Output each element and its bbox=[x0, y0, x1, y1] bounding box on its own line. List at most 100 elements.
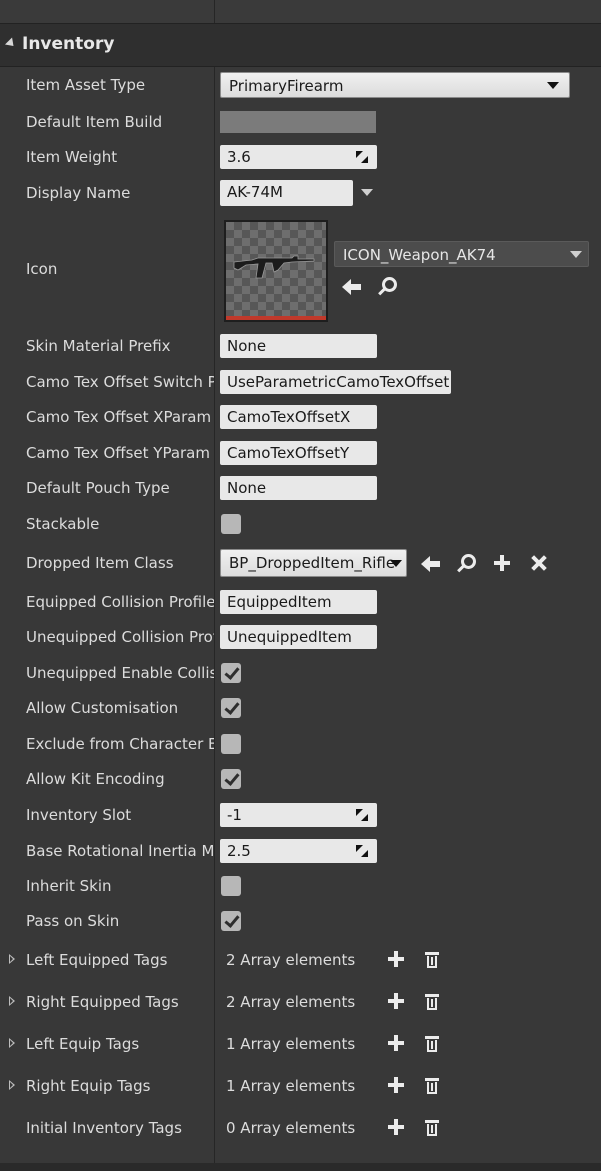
equipped-collision-input[interactable]: EquippedItem bbox=[220, 590, 377, 614]
stackable-checkbox[interactable] bbox=[221, 514, 241, 534]
allow-customisation-checkbox[interactable] bbox=[221, 698, 241, 718]
field-value: EquippedItem bbox=[227, 593, 332, 611]
combo-value: BP_DroppedItem_Rifle bbox=[229, 554, 396, 572]
row-exclude-from-character-editor: Exclude from Character Ed bbox=[0, 733, 601, 757]
trash-icon[interactable] bbox=[422, 950, 444, 972]
unequipped-enable-collision-checkbox[interactable] bbox=[221, 663, 241, 683]
label: Item Weight bbox=[26, 148, 118, 166]
label: Right Equip Tags bbox=[26, 1077, 151, 1095]
expand-arrow-icon[interactable] bbox=[4, 37, 18, 50]
row-allow-customisation: Allow Customisation bbox=[0, 697, 601, 721]
camo-x-input[interactable]: CamoTexOffsetX bbox=[220, 405, 377, 429]
browse-magnifier-icon[interactable] bbox=[377, 276, 399, 298]
use-selected-arrow-icon[interactable] bbox=[421, 553, 443, 575]
row-camo-x: Camo Tex Offset XParam CamoTexOffsetX bbox=[0, 405, 601, 429]
label: Camo Tex Offset XParam bbox=[26, 408, 212, 426]
array-count: 1 Array elements bbox=[226, 1035, 356, 1053]
camo-y-input[interactable]: CamoTexOffsetY bbox=[220, 441, 377, 465]
row-item-weight: Item Weight 3.6 bbox=[0, 145, 601, 169]
expand-triangle-icon[interactable] bbox=[9, 954, 15, 964]
combo-value: ICON_Weapon_AK74 bbox=[343, 246, 496, 264]
label: Equipped Collision Profile N bbox=[26, 593, 214, 611]
add-plus-icon[interactable] bbox=[492, 553, 514, 575]
row-skin-material-prefix: Skin Material Prefix None bbox=[0, 334, 601, 358]
label: Unequipped Enable Collisio bbox=[26, 664, 214, 682]
row-dropped-item-class: Dropped Item Class BP_DroppedItem_Rifle bbox=[0, 549, 601, 577]
default-pouch-type-input[interactable]: None bbox=[220, 476, 377, 500]
label: Initial Inventory Tags bbox=[26, 1119, 182, 1137]
trash-icon[interactable] bbox=[422, 1034, 444, 1056]
add-plus-icon[interactable] bbox=[386, 949, 408, 971]
skin-material-prefix-input[interactable]: None bbox=[220, 334, 377, 358]
exclude-from-character-editor-checkbox[interactable] bbox=[221, 734, 241, 754]
add-plus-icon[interactable] bbox=[386, 991, 408, 1013]
browse-magnifier-icon[interactable] bbox=[456, 553, 478, 575]
label: Camo Tex Offset Switch Pa bbox=[26, 373, 214, 391]
spinner-icon[interactable] bbox=[356, 809, 368, 821]
label: Inventory Slot bbox=[26, 806, 132, 824]
trash-icon[interactable] bbox=[422, 992, 444, 1014]
spinner-icon[interactable] bbox=[356, 845, 368, 857]
label: Stackable bbox=[26, 515, 100, 533]
label: Allow Customisation bbox=[26, 699, 179, 717]
clear-x-icon[interactable] bbox=[529, 553, 551, 575]
dropdown-caret-icon[interactable] bbox=[361, 189, 373, 196]
display-name-input[interactable]: AK-74M bbox=[220, 180, 353, 206]
expand-triangle-icon[interactable] bbox=[9, 1038, 15, 1048]
dropdown-caret-icon bbox=[390, 560, 402, 567]
row-camo-switch: Camo Tex Offset Switch Pa UseParametricC… bbox=[0, 370, 601, 394]
row-base-rotational-inertia: Base Rotational Inertia Mo 2.5 bbox=[0, 839, 601, 863]
item-weight-input[interactable]: 3.6 bbox=[220, 145, 377, 169]
category-header-inventory[interactable]: Inventory bbox=[0, 23, 601, 67]
add-plus-icon[interactable] bbox=[386, 1117, 408, 1139]
row-right-equipped-tags[interactable]: Right Equipped Tags 2 Array elements bbox=[0, 990, 601, 1014]
add-plus-icon[interactable] bbox=[386, 1075, 408, 1097]
field-value: None bbox=[227, 479, 267, 497]
camo-switch-input[interactable]: UseParametricCamoTexOffset bbox=[220, 370, 451, 394]
expand-triangle-icon[interactable] bbox=[9, 996, 15, 1006]
icon-thumbnail[interactable] bbox=[224, 220, 328, 322]
row-unequipped-enable-collision: Unequipped Enable Collisio bbox=[0, 662, 601, 686]
inherit-skin-checkbox[interactable] bbox=[221, 876, 241, 896]
use-selected-arrow-icon[interactable] bbox=[342, 276, 364, 298]
dropdown-caret-icon bbox=[570, 251, 582, 258]
spinner-icon[interactable] bbox=[356, 151, 368, 163]
row-left-equip-tags[interactable]: Left Equip Tags 1 Array elements bbox=[0, 1032, 601, 1056]
trash-icon[interactable] bbox=[422, 1118, 444, 1140]
array-count: 2 Array elements bbox=[226, 993, 356, 1011]
expand-triangle-icon[interactable] bbox=[9, 1080, 15, 1090]
base-rotational-inertia-input[interactable]: 2.5 bbox=[220, 839, 377, 863]
label: Left Equip Tags bbox=[26, 1035, 140, 1053]
row-display-name: Display Name AK-74M bbox=[0, 180, 601, 206]
label: Base Rotational Inertia Mo bbox=[26, 842, 214, 860]
pass-on-skin-checkbox[interactable] bbox=[221, 911, 241, 931]
row-allow-kit-encoding: Allow Kit Encoding bbox=[0, 768, 601, 792]
row-right-equip-tags[interactable]: Right Equip Tags 1 Array elements bbox=[0, 1074, 601, 1098]
allow-kit-encoding-checkbox[interactable] bbox=[221, 769, 241, 789]
add-plus-icon[interactable] bbox=[386, 1033, 408, 1055]
thumbnail-accent-bar bbox=[226, 316, 326, 320]
default-item-build-swatch[interactable] bbox=[220, 111, 376, 133]
field-value: UseParametricCamoTexOffset bbox=[227, 373, 450, 391]
row-unequipped-collision: Unequipped Collision Profi UnequippedIte… bbox=[0, 625, 601, 649]
label: Camo Tex Offset YParam bbox=[26, 444, 210, 462]
row-left-equipped-tags[interactable]: Left Equipped Tags 2 Array elements bbox=[0, 948, 601, 972]
details-panel: Inventory Item Asset Type PrimaryFirearm… bbox=[0, 0, 601, 1171]
label: Right Equipped Tags bbox=[26, 993, 179, 1011]
trash-icon[interactable] bbox=[422, 1076, 444, 1098]
array-count: 1 Array elements bbox=[226, 1077, 356, 1095]
label: Icon bbox=[26, 260, 58, 278]
dropped-item-class-combo[interactable]: BP_DroppedItem_Rifle bbox=[220, 549, 407, 577]
row-inherit-skin: Inherit Skin bbox=[0, 875, 601, 899]
row-equipped-collision: Equipped Collision Profile N EquippedIte… bbox=[0, 590, 601, 614]
label: Display Name bbox=[26, 184, 131, 202]
unequipped-collision-input[interactable]: UnequippedItem bbox=[220, 625, 377, 649]
row-initial-inventory-tags: Initial Inventory Tags 0 Array elements bbox=[0, 1116, 601, 1140]
label: Default Item Build bbox=[26, 113, 163, 131]
icon-asset-combo[interactable]: ICON_Weapon_AK74 bbox=[334, 241, 589, 267]
dropdown-caret-icon bbox=[547, 82, 559, 89]
label: Allow Kit Encoding bbox=[26, 770, 165, 788]
item-asset-type-combo[interactable]: PrimaryFirearm bbox=[220, 72, 570, 98]
row-item-asset-type: Item Asset Type PrimaryFirearm bbox=[0, 72, 601, 98]
inventory-slot-input[interactable]: -1 bbox=[220, 803, 377, 827]
